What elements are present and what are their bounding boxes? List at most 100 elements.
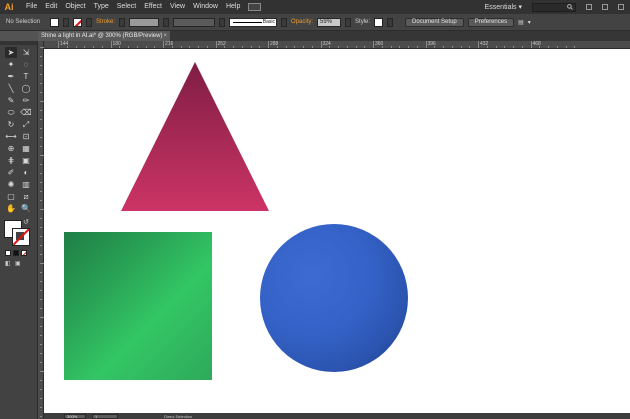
slice-tool-icon[interactable]: ⧄ [20, 191, 32, 202]
perspective-grid-tool-icon[interactable]: ▦ [20, 143, 32, 154]
symbol-sprayer-tool-icon[interactable]: ✺ [5, 179, 17, 190]
magic-wand-tool-icon[interactable]: ✦ [5, 59, 17, 70]
menu-file[interactable]: File [22, 0, 41, 14]
ellipse-tool-icon[interactable]: ◯ [20, 83, 32, 94]
none-mode-button[interactable] [21, 250, 27, 256]
ruler-tick [40, 290, 42, 291]
width-tool-icon[interactable]: ⟷ [5, 131, 17, 142]
mesh-tool-icon[interactable]: ⋕ [5, 155, 17, 166]
ruler-tick [180, 46, 182, 48]
stroke-label[interactable]: Stroke: [96, 19, 115, 25]
opacity-label[interactable]: Opacity: [291, 19, 313, 25]
artboard[interactable] [44, 49, 630, 413]
ruler-tick [40, 245, 42, 246]
arrange-documents-icon[interactable] [248, 3, 262, 11]
stroke-swatch[interactable] [12, 228, 30, 246]
column-graph-tool-icon[interactable]: ▥ [20, 179, 32, 190]
paintbrush-tool-icon[interactable]: ✎ [5, 95, 17, 106]
fill-color-swatch[interactable] [50, 17, 59, 27]
gradient-mode-button[interactable] [13, 250, 19, 256]
document-tab[interactable]: Shine a light in AI.ai* @ 300% (RGB/Prev… [38, 31, 170, 41]
menu-effect[interactable]: Effect [140, 0, 166, 14]
square-shape[interactable] [64, 232, 212, 380]
pencil-tool-icon[interactable]: ✏ [20, 95, 32, 106]
ruler-tick [346, 46, 348, 48]
triangle-shape[interactable] [121, 62, 269, 211]
scale-tool-icon[interactable]: ⤢ [20, 119, 32, 130]
ruler-tick [128, 46, 129, 48]
menu-type[interactable]: Type [90, 0, 113, 14]
close-tab-icon[interactable]: × [163, 31, 167, 41]
ruler-tick [556, 46, 558, 48]
ruler-tick [40, 83, 42, 84]
swap-fill-stroke-icon[interactable]: ↺ [23, 218, 29, 226]
draw-normal-icon[interactable]: ◧ [5, 260, 13, 267]
minimize-button[interactable] [586, 4, 592, 10]
menu-select[interactable]: Select [113, 0, 140, 14]
brush-definition[interactable]: Basic [229, 17, 278, 27]
type-tool-icon[interactable]: T [20, 71, 32, 82]
eraser-tool-icon[interactable]: ⌫ [20, 107, 32, 118]
ruler-tick [40, 146, 42, 147]
opacity-field[interactable]: 59% [317, 17, 342, 27]
hand-tool-icon[interactable]: ✋ [5, 203, 17, 214]
stroke-color-swatch[interactable] [73, 17, 82, 27]
stroke-weight-field[interactable] [129, 17, 160, 27]
status-bar: 300% 1 Direct Selection [44, 413, 630, 419]
ruler-tick [40, 74, 42, 75]
blend-tool-icon[interactable]: ◐ [20, 167, 32, 178]
stroke-dropdown[interactable] [86, 17, 92, 27]
pen-tool-icon[interactable]: ✒ [5, 71, 17, 82]
maximize-button[interactable] [602, 4, 608, 10]
ruler-tick [434, 46, 436, 48]
help-search-input[interactable] [532, 2, 576, 12]
screen-mode-icon[interactable]: ▣ [15, 260, 23, 267]
ruler-tick [93, 46, 94, 48]
zoom-field[interactable]: 300% [64, 413, 86, 419]
close-window-button[interactable] [618, 4, 624, 10]
arrange-icon[interactable]: ▤ [518, 19, 524, 26]
menu-help[interactable]: Help [222, 0, 244, 14]
graphic-style-dropdown[interactable] [387, 17, 394, 27]
gradient-tool-icon[interactable]: ▣ [20, 155, 32, 166]
panel-menu-icon[interactable]: ▾ [528, 19, 531, 26]
menu-view[interactable]: View [166, 0, 189, 14]
color-mode-button[interactable] [5, 250, 11, 256]
ruler-tick [486, 46, 488, 48]
blob-brush-tool-icon[interactable]: ⬭ [5, 107, 17, 118]
brush-dropdown[interactable] [281, 17, 288, 27]
ruler-tick [40, 164, 42, 165]
stroke-weight-dropdown[interactable] [163, 17, 170, 27]
rotate-tool-icon[interactable]: ↻ [5, 119, 17, 130]
lasso-tool-icon[interactable]: ◌ [20, 59, 32, 70]
line-segment-tool-icon[interactable]: ╲ [5, 83, 17, 94]
workspace-switcher[interactable]: Essentials ▾ [485, 3, 522, 11]
ruler-tick [416, 46, 418, 48]
ruler-tick [399, 46, 401, 48]
graphic-style-swatch[interactable] [374, 17, 384, 27]
selection-tool-icon[interactable]: ➤ [5, 47, 17, 58]
horizontal-ruler[interactable]: 144 180 216 252 288 324 360 396 432 468 [44, 41, 630, 49]
app-logo: Ai [4, 2, 14, 12]
menu-window[interactable]: Window [189, 0, 222, 14]
menu-object[interactable]: Object [61, 0, 89, 14]
stroke-weight-stepper[interactable] [119, 17, 126, 27]
eyedropper-tool-icon[interactable]: ✐ [5, 167, 17, 178]
document-setup-button[interactable]: Document Setup [405, 17, 464, 27]
status-mode[interactable]: Direct Selection [164, 414, 192, 419]
variable-width-profile[interactable] [173, 17, 216, 27]
artboard-tool-icon[interactable]: ▢ [5, 191, 17, 202]
shape-builder-tool-icon[interactable]: ⊕ [5, 143, 17, 154]
direct-selection-tool-icon[interactable]: ⇲ [20, 47, 32, 58]
variable-width-dropdown[interactable] [219, 17, 226, 27]
menu-edit[interactable]: Edit [41, 0, 61, 14]
opacity-dropdown[interactable] [345, 17, 352, 27]
zoom-tool-icon[interactable]: 🔍 [20, 203, 32, 214]
fill-dropdown[interactable] [63, 17, 69, 27]
preferences-button[interactable]: Preferences [467, 17, 515, 27]
fill-stroke-control: ↺ [4, 218, 34, 246]
artboard-navigation[interactable]: 1 [92, 413, 118, 419]
circle-shape[interactable] [260, 224, 408, 372]
ruler-tick [224, 46, 226, 48]
free-transform-tool-icon[interactable]: ⊡ [20, 131, 32, 142]
